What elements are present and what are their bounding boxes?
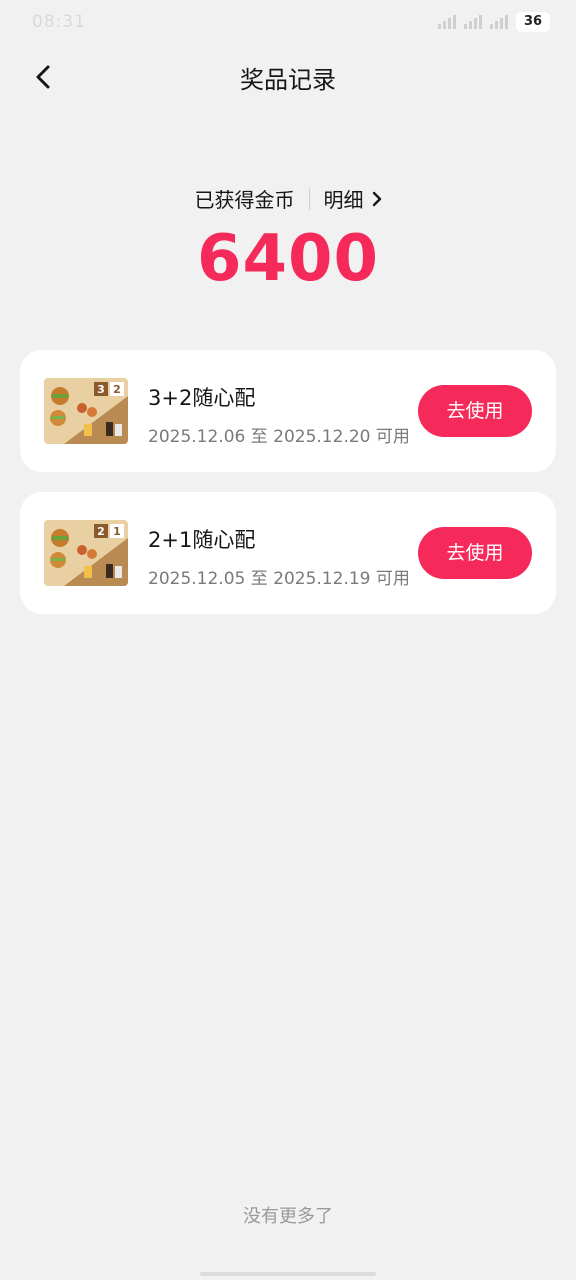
coupon-card[interactable]: 3 2 3+2随心配 2025.12.06 至 2025.12.20 可用 去使…: [20, 350, 556, 472]
coupon-thumbnail: 3 2: [44, 378, 128, 444]
use-coupon-button[interactable]: 去使用: [418, 527, 532, 579]
wifi-icon: [438, 15, 456, 29]
coupon-list: 3 2 3+2随心配 2025.12.06 至 2025.12.20 可用 去使…: [20, 350, 556, 634]
coins-label: 已获得金币: [194, 188, 295, 212]
thumb-badge-b: 2: [113, 383, 121, 396]
coins-divider: [308, 187, 310, 210]
coupon-name: 3+2随心配: [148, 386, 256, 410]
page-title: 奖品记录: [240, 66, 336, 94]
status-bar: 08:31 36: [0, 0, 576, 44]
no-more-text: 没有更多了: [243, 1206, 333, 1227]
coins-detail-label: 明细: [323, 188, 364, 212]
coupon-card[interactable]: 2 1 2+1随心配 2025.12.05 至 2025.12.19 可用 去使…: [20, 492, 556, 614]
home-indicator[interactable]: [200, 1272, 376, 1276]
coupon-validity: 2025.12.05 至 2025.12.19 可用: [148, 569, 410, 589]
header: 奖品记录: [0, 50, 576, 104]
status-time: 08:31: [32, 12, 86, 32]
signal-icon-2: [490, 15, 508, 29]
status-icons: 36: [438, 12, 550, 32]
coins-value: 6400: [196, 222, 380, 296]
thumb-badge-b: 1: [113, 525, 121, 538]
battery-icon: 36: [516, 12, 550, 32]
use-coupon-button[interactable]: 去使用: [418, 385, 532, 437]
thumb-badge-a: 2: [97, 525, 105, 538]
coins-detail-link[interactable]: 明细: [324, 184, 382, 213]
signal-icon: [464, 15, 482, 29]
coupon-validity: 2025.12.06 至 2025.12.20 可用: [148, 427, 410, 447]
chevron-right-icon: [372, 191, 381, 206]
coupon-name: 2+1随心配: [148, 528, 256, 552]
coupon-thumbnail: 2 1: [44, 520, 128, 586]
thumb-badge-a: 3: [97, 383, 105, 396]
coins-summary: 已获得金币 明细: [0, 184, 576, 213]
